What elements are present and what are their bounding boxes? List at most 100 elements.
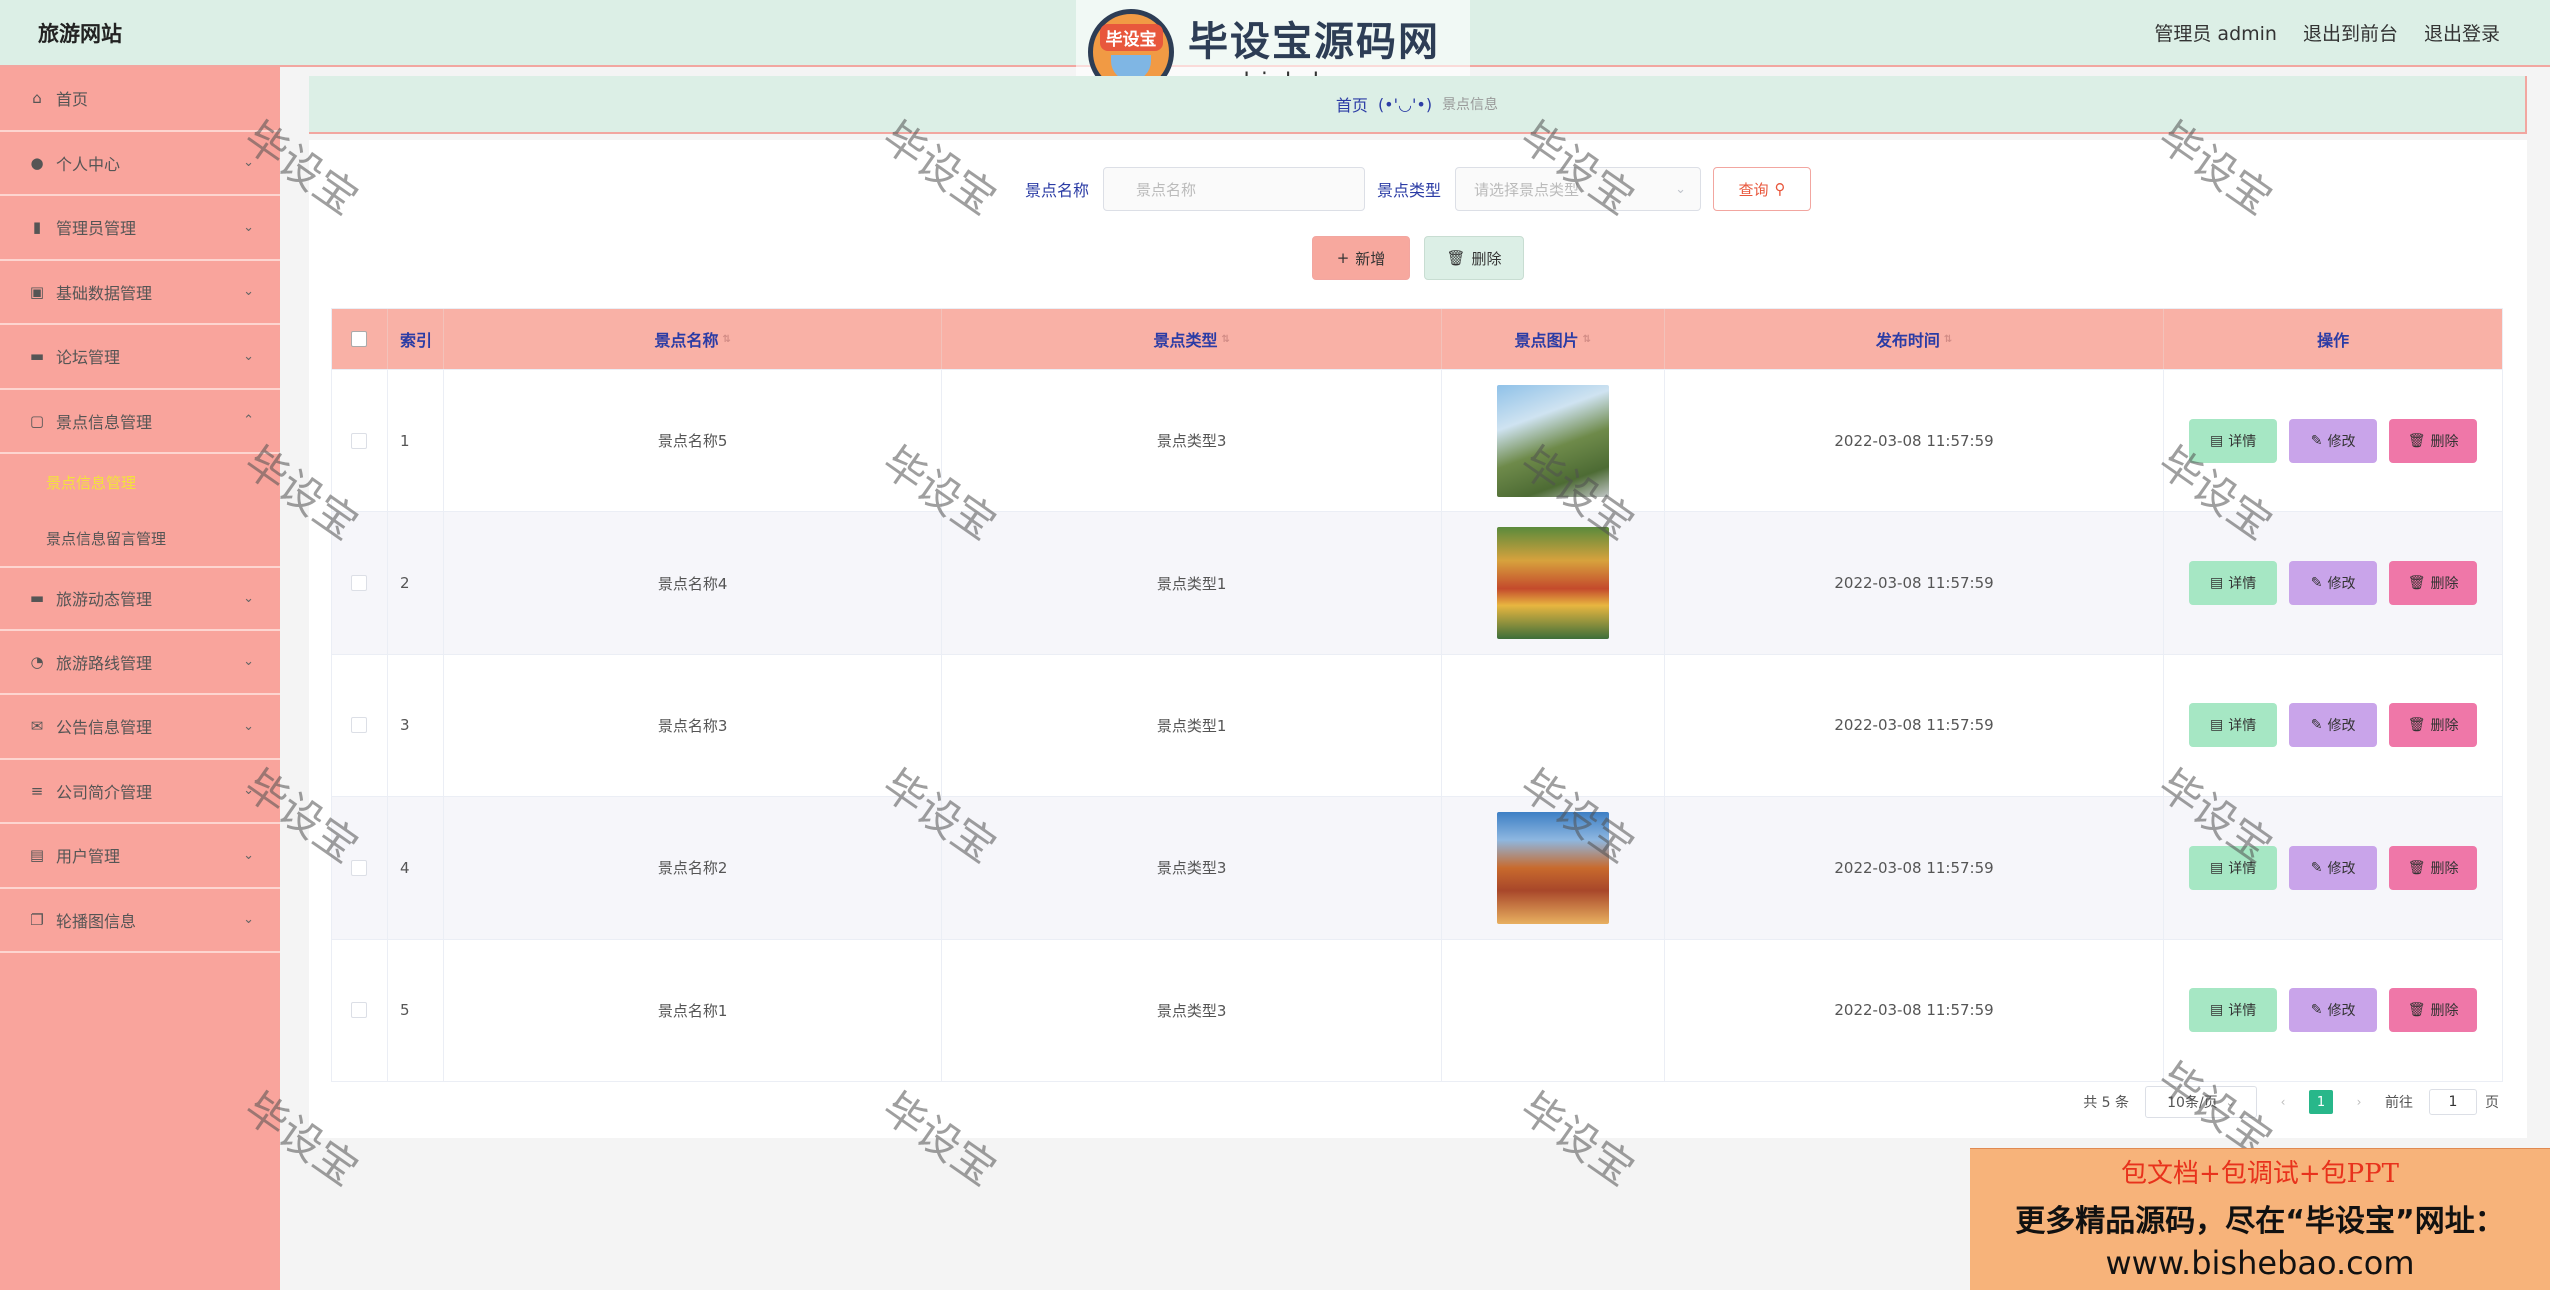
header-type[interactable]: 景点类型 ⇅ — [942, 309, 1442, 369]
detail-button[interactable]: ▤ 详情 — [2189, 845, 2278, 890]
sidebar-item-forum[interactable]: ▬ 论坛管理 ⌄ — [0, 325, 280, 390]
sidebar-subitem-attraction-info[interactable]: 景点信息管理 — [0, 454, 280, 510]
delete-button[interactable]: 🗑 删除 — [2389, 418, 2478, 463]
admin-user-label[interactable]: 管理员 admin — [2154, 19, 2277, 46]
edit-button[interactable]: ✎ 修改 — [2289, 703, 2378, 748]
sidebar-subitem-attraction-messages[interactable]: 景点信息留言管理 — [0, 510, 280, 566]
page-number-current[interactable]: 1 — [2309, 1090, 2333, 1114]
detail-button[interactable]: ▤ 详情 — [2189, 418, 2278, 463]
batch-delete-button[interactable]: 🗑 删除 — [1424, 236, 1524, 280]
edit-label: 修改 — [2327, 576, 2356, 593]
row-time: 2022-03-08 11:57:59 — [1665, 939, 2165, 1081]
exit-to-front-link[interactable]: 退出到前台 — [2303, 19, 2398, 46]
breadcrumb-home[interactable]: 首页 — [1336, 92, 1368, 116]
delete-button[interactable]: 🗑 删除 — [2389, 845, 2478, 890]
sidebar-item-users[interactable]: ▤ 用户管理 ⌄ — [0, 824, 280, 889]
edit-button[interactable]: ✎ 修改 — [2289, 988, 2378, 1033]
row-checkbox[interactable] — [351, 432, 368, 449]
sidebar-item-label: 景点信息管理 — [56, 412, 153, 432]
sidebar: ⌂ 首页 ● 个人中心 ⌄ ▮ 管理员管理 ⌄ ▣ 基础数据管理 ⌄ ▬ 论坛管… — [0, 67, 280, 1290]
ad-banner[interactable]: 包文档+包调试+包PPT 更多精品源码，尽在“毕设宝”网址： www.bishe… — [1970, 1148, 2550, 1290]
row-time: 2022-03-08 11:57:59 — [1665, 370, 2165, 512]
trash-icon: 🗑 — [2407, 717, 2426, 734]
route-icon: ◔ — [30, 652, 44, 671]
attraction-image[interactable] — [1496, 384, 1609, 497]
chevron-down-icon: ⌄ — [243, 718, 254, 734]
row-checkbox[interactable] — [351, 575, 368, 592]
row-index: 5 — [388, 939, 444, 1081]
sidebar-item-admins[interactable]: ▮ 管理员管理 ⌄ — [0, 196, 280, 261]
sidebar-item-carousel[interactable]: ❐ 轮播图信息 ⌄ — [0, 889, 280, 953]
detail-label: 详情 — [2228, 433, 2257, 450]
sidebar-item-label: 个人中心 — [56, 154, 121, 174]
row-type: 景点类型1 — [942, 654, 1442, 797]
row-checkbox[interactable] — [351, 717, 368, 734]
chevron-down-icon: ⌄ — [243, 348, 254, 364]
table-row: 2 景点名称4 景点类型1 2022-03-08 11:57:59 ▤ 详情 ✎ 修… — [332, 511, 2502, 654]
add-button[interactable]: + 新增 — [1312, 236, 1410, 280]
select-all-checkbox[interactable] — [351, 331, 368, 347]
table-row: 3 景点名称3 景点类型1 2022-03-08 11:57:59 ▤ 详情 ✎ 修… — [332, 653, 2502, 797]
document-icon: ▤ — [2210, 717, 2224, 734]
next-page-button[interactable]: › — [2349, 1090, 2369, 1114]
header-image[interactable]: 景点图片 ⇅ — [1442, 309, 1665, 369]
header-name[interactable]: 景点名称 ⇅ — [444, 309, 943, 369]
row-name: 景点名称4 — [444, 512, 943, 654]
page-size-select[interactable]: 10条/页 ⌄ — [2145, 1086, 2257, 1118]
attraction-image[interactable] — [1496, 811, 1609, 924]
sidebar-item-home[interactable]: ⌂ 首页 — [0, 67, 280, 132]
sidebar-item-personal[interactable]: ● 个人中心 ⌄ — [0, 132, 280, 196]
type-select[interactable]: 请选择景点类型 ⌄ — [1455, 167, 1702, 211]
copy-icon: ❐ — [30, 910, 44, 929]
sidebar-item-travel-routes[interactable]: ◔ 旅游路线管理 ⌄ — [0, 631, 280, 695]
edit-button[interactable]: ✎ 修改 — [2289, 561, 2378, 606]
edit-button[interactable]: ✎ 修改 — [2289, 418, 2378, 463]
delete-button[interactable]: 🗑 删除 — [2389, 561, 2478, 606]
query-button[interactable]: 查询 ⚲ — [1713, 167, 1812, 211]
detail-button[interactable]: ▤ 详情 — [2189, 988, 2278, 1033]
chevron-down-icon: ⌄ — [243, 284, 254, 300]
sidebar-item-attractions[interactable]: ▢ 景点信息管理 ⌃ — [0, 390, 280, 454]
sidebar-item-label: 论坛管理 — [56, 348, 121, 368]
row-time: 2022-03-08 11:57:59 — [1665, 654, 2165, 797]
name-search-input[interactable]: 景点名称 — [1103, 167, 1365, 211]
header-time-label: 发布时间 — [1875, 331, 1940, 350]
sidebar-item-label: 公告信息管理 — [56, 718, 153, 738]
chevron-down-icon: ⌄ — [243, 783, 254, 799]
sidebar-item-travel-news[interactable]: ▬ 旅游动态管理 ⌄ — [0, 566, 280, 631]
sidebar-item-label: 旅游路线管理 — [56, 653, 153, 673]
sidebar-item-basic-data[interactable]: ▣ 基础数据管理 ⌄ — [0, 261, 280, 325]
row-type: 景点类型3 — [942, 370, 1442, 512]
chevron-down-icon: ⌄ — [243, 590, 254, 606]
sidebar-item-label: 旅游动态管理 — [56, 590, 153, 610]
row-checkbox[interactable] — [351, 859, 368, 876]
sidebar-item-announcements[interactable]: ✉ 公告信息管理 ⌄ — [0, 695, 280, 760]
row-type: 景点类型3 — [942, 797, 1442, 939]
menu-icon: ≡ — [30, 781, 44, 800]
clipboard-icon: ▤ — [29, 846, 45, 865]
logout-link[interactable]: 退出登录 — [2424, 19, 2500, 46]
sidebar-item-label: 公司简介管理 — [56, 782, 153, 802]
sidebar-item-company-intro[interactable]: ≡ 公司简介管理 ⌄ — [0, 760, 280, 824]
edit-button[interactable]: ✎ 修改 — [2289, 845, 2378, 890]
mail-icon: ✉ — [30, 717, 44, 736]
delete-button[interactable]: 🗑 删除 — [2389, 988, 2478, 1033]
home-icon: ⌂ — [32, 89, 42, 108]
prev-page-button[interactable]: ‹ — [2273, 1090, 2293, 1114]
chevron-down-icon: ⌄ — [243, 219, 254, 235]
delete-button[interactable]: 🗑 删除 — [2389, 703, 2478, 748]
sort-icon: ⇅ — [1582, 333, 1592, 345]
detail-button[interactable]: ▤ 详情 — [2189, 703, 2278, 748]
goto-page-input[interactable]: 1 — [2429, 1089, 2477, 1115]
attraction-image[interactable] — [1496, 527, 1609, 640]
row-checkbox[interactable] — [351, 1002, 368, 1019]
ad-line-1: 包文档+包调试+包PPT — [2121, 1159, 2399, 1189]
pagination: 共 5 条 10条/页 ⌄ ‹ 1 › 前往 1 页 — [309, 1086, 2499, 1118]
trash-icon: 🗑 — [2407, 1002, 2426, 1019]
monitor-icon: ▬ — [29, 589, 45, 608]
detail-label: 详情 — [2228, 1003, 2257, 1020]
breadcrumb-separator: (•'◡'•) — [1377, 94, 1433, 114]
trash-icon: 🗑 — [2407, 432, 2426, 449]
header-time[interactable]: 发布时间 ⇅ — [1665, 309, 2165, 369]
detail-button[interactable]: ▤ 详情 — [2189, 561, 2278, 606]
